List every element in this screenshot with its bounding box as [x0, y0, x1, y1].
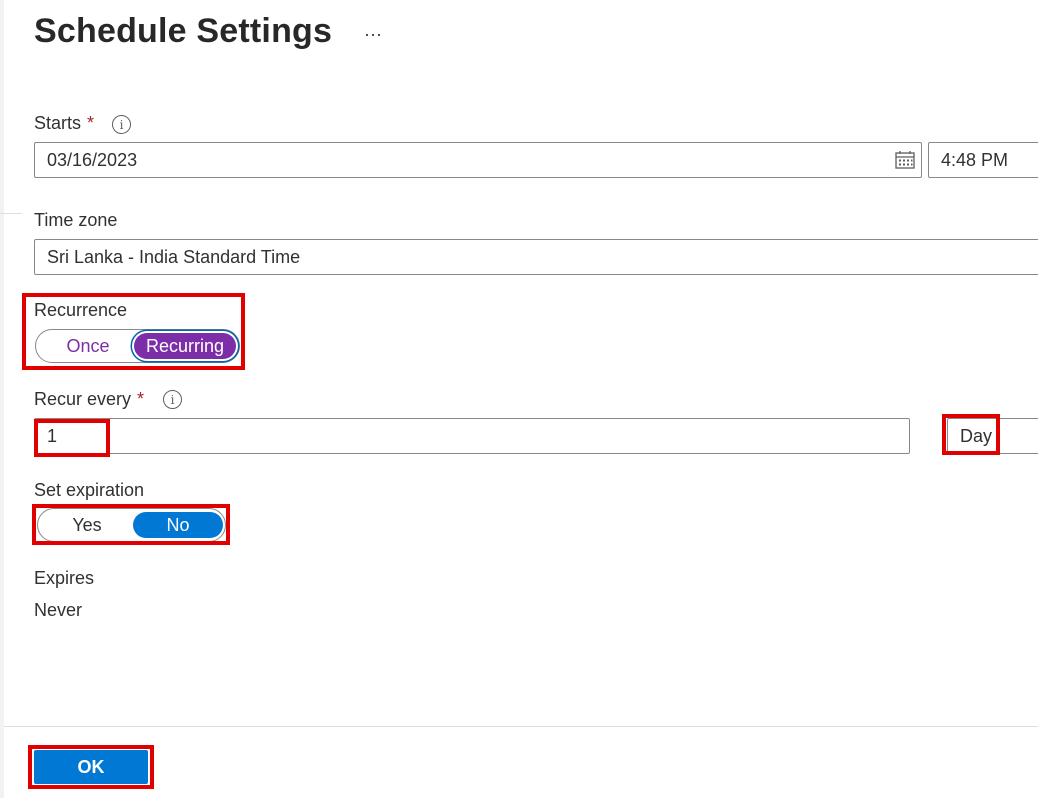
required-asterisk: * — [87, 113, 95, 133]
required-asterisk: * — [137, 389, 145, 409]
ok-button[interactable]: OK — [34, 750, 148, 784]
starts-label-text: Starts — [34, 113, 82, 133]
recurrence-toggle: Once Recurring — [35, 329, 240, 363]
expires-label: Expires — [34, 568, 95, 588]
expires-value: Never — [34, 600, 83, 620]
calendar-icon[interactable] — [895, 151, 915, 169]
panel-left-border — [0, 0, 4, 798]
recur-every-label: Recur every * — [34, 389, 144, 410]
recur-unit-select[interactable]: Day — [947, 418, 1038, 454]
page-title: Schedule Settings — [34, 12, 333, 50]
info-glyph: i — [170, 392, 175, 407]
info-glyph: i — [119, 117, 124, 132]
footer-divider — [4, 726, 1038, 727]
recur-every-info-icon[interactable]: i — [163, 390, 182, 409]
recurrence-option-recurring[interactable]: Recurring — [134, 333, 236, 359]
schedule-settings-panel: Schedule Settings ··· Starts * i 03/16/20… — [0, 0, 1038, 798]
recurrence-option-once[interactable]: Once — [42, 333, 134, 359]
more-options-icon[interactable]: ··· — [361, 22, 385, 46]
recur-unit-value: Day — [960, 425, 993, 446]
time-zone-select[interactable]: Sri Lanka - India Standard Time — [34, 239, 1038, 275]
starts-info-icon[interactable]: i — [112, 115, 131, 134]
expiration-option-yes[interactable]: Yes — [42, 512, 132, 538]
set-expiration-toggle: Yes No — [37, 508, 226, 542]
start-time-value: 4:48 PM — [941, 149, 1009, 170]
recur-every-input[interactable]: 1 — [34, 418, 910, 454]
recur-every-value: 1 — [47, 425, 58, 446]
start-date-value: 03/16/2023 — [47, 149, 138, 170]
start-date-input[interactable]: 03/16/2023 — [34, 142, 922, 178]
time-zone-value: Sri Lanka - India Standard Time — [47, 246, 301, 267]
time-zone-label: Time zone — [34, 210, 118, 230]
start-time-input[interactable]: 4:48 PM — [928, 142, 1038, 178]
expiration-option-no[interactable]: No — [133, 512, 223, 538]
recur-every-label-text: Recur every — [34, 389, 132, 409]
set-expiration-label: Set expiration — [34, 480, 145, 500]
starts-label: Starts * — [34, 113, 94, 134]
background-divider — [0, 213, 22, 214]
recurrence-label: Recurrence — [34, 300, 128, 320]
